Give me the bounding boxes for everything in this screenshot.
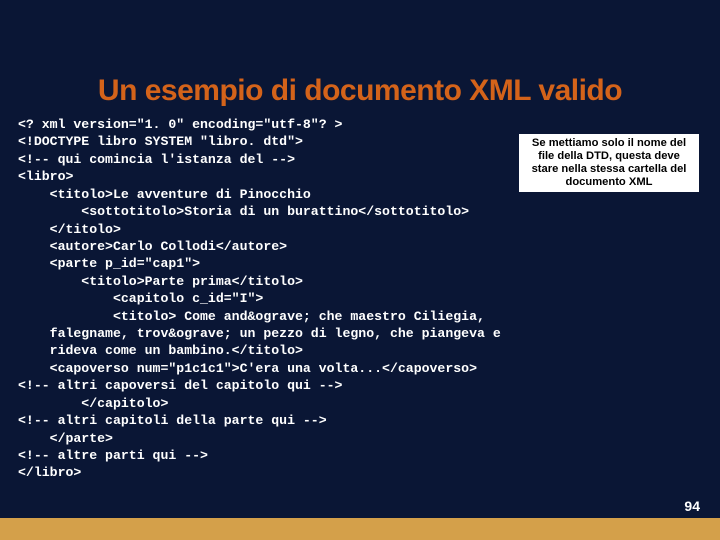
slide-title: Un esempio di documento XML valido bbox=[0, 0, 720, 116]
callout-box: Se mettiamo solo il nome del file della … bbox=[518, 133, 700, 193]
footer-bar bbox=[0, 518, 720, 540]
page-number: 94 bbox=[684, 498, 700, 514]
